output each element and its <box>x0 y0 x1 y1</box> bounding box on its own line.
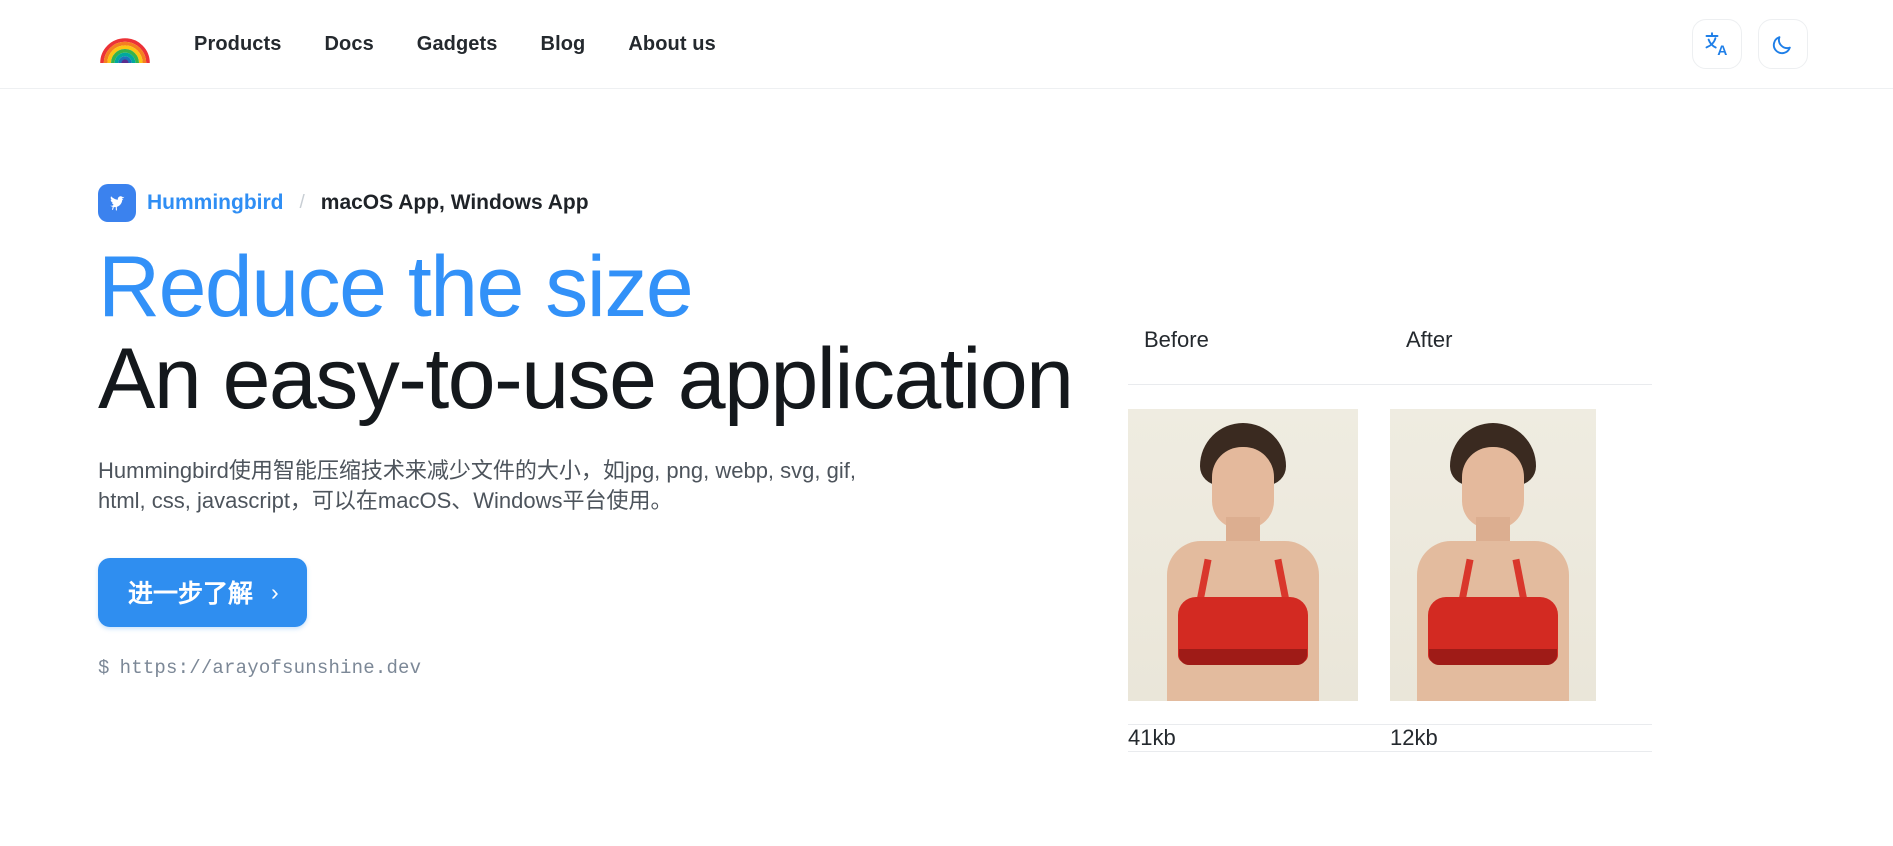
hero-left-column: Hummingbird / macOS App, Windows App Red… <box>98 89 1128 752</box>
photo-garment-lace <box>1429 648 1557 665</box>
svg-text:A: A <box>1717 42 1727 58</box>
main-navigation: Products Docs Gadgets Blog About us <box>194 33 716 56</box>
nav-item-blog[interactable]: Blog <box>541 33 586 56</box>
learn-more-button[interactable]: 进一步了解 › <box>98 558 307 628</box>
breadcrumb-app-link[interactable]: Hummingbird <box>147 191 284 215</box>
hero-description: Hummingbird使用智能压缩技术来减少文件的大小，如jpg, png, w… <box>98 458 856 514</box>
rainbow-icon <box>100 38 150 64</box>
breadcrumb: Hummingbird / macOS App, Windows App <box>98 184 1128 222</box>
hero-section: Hummingbird / macOS App, Windows App Red… <box>0 89 1893 752</box>
translate-icon: A <box>1705 32 1727 58</box>
after-image-cell <box>1390 384 1652 725</box>
bird-icon <box>110 196 125 211</box>
language-toggle-button[interactable]: A <box>1692 19 1742 69</box>
nav-item-products[interactable]: Products <box>194 33 281 56</box>
comparison-table: Before After 41kb 12kb <box>1128 327 1652 752</box>
before-compression-photo <box>1128 408 1358 701</box>
hummingbird-bird-icon <box>98 184 136 222</box>
terminal-url-line: $ https://arayofsunshine.dev <box>98 657 1128 679</box>
rainbow-logo-icon[interactable] <box>98 24 152 64</box>
page-title: Reduce the size An easy-to-use applicati… <box>98 244 1128 422</box>
after-file-size: 12kb <box>1390 724 1652 752</box>
nav-item-gadgets[interactable]: Gadgets <box>417 33 498 56</box>
header-actions: A <box>1692 19 1808 69</box>
table-row-images <box>1128 384 1652 725</box>
after-compression-photo <box>1390 408 1596 701</box>
column-header-before: Before <box>1128 327 1390 385</box>
breadcrumb-platforms: macOS App, Windows App <box>320 191 589 214</box>
table-header-row: Before After <box>1128 327 1652 385</box>
headline-accent: Reduce the size <box>98 239 694 335</box>
moon-icon <box>1772 36 1791 55</box>
site-header: Products Docs Gadgets Blog About us A <box>0 0 1893 89</box>
theme-toggle-button[interactable] <box>1758 19 1808 69</box>
terminal-url[interactable]: https://arayofsunshine.dev <box>120 657 422 679</box>
table-row-sizes: 41kb 12kb <box>1128 724 1652 752</box>
before-image-cell <box>1128 384 1390 725</box>
column-header-after: After <box>1390 327 1652 385</box>
chevron-right-icon: › <box>271 578 279 605</box>
nav-item-about-us[interactable]: About us <box>628 33 715 56</box>
photo-garment-lace <box>1179 648 1307 665</box>
nav-item-docs[interactable]: Docs <box>324 33 373 56</box>
before-file-size: 41kb <box>1128 724 1390 752</box>
breadcrumb-separator: / <box>299 192 305 213</box>
learn-more-label: 进一步了解 <box>128 580 254 609</box>
headline-main: An easy-to-use application <box>98 331 1074 427</box>
terminal-prompt: $ <box>98 657 110 680</box>
hero-right-column: Before After 41kb 12kb <box>1128 89 1808 752</box>
